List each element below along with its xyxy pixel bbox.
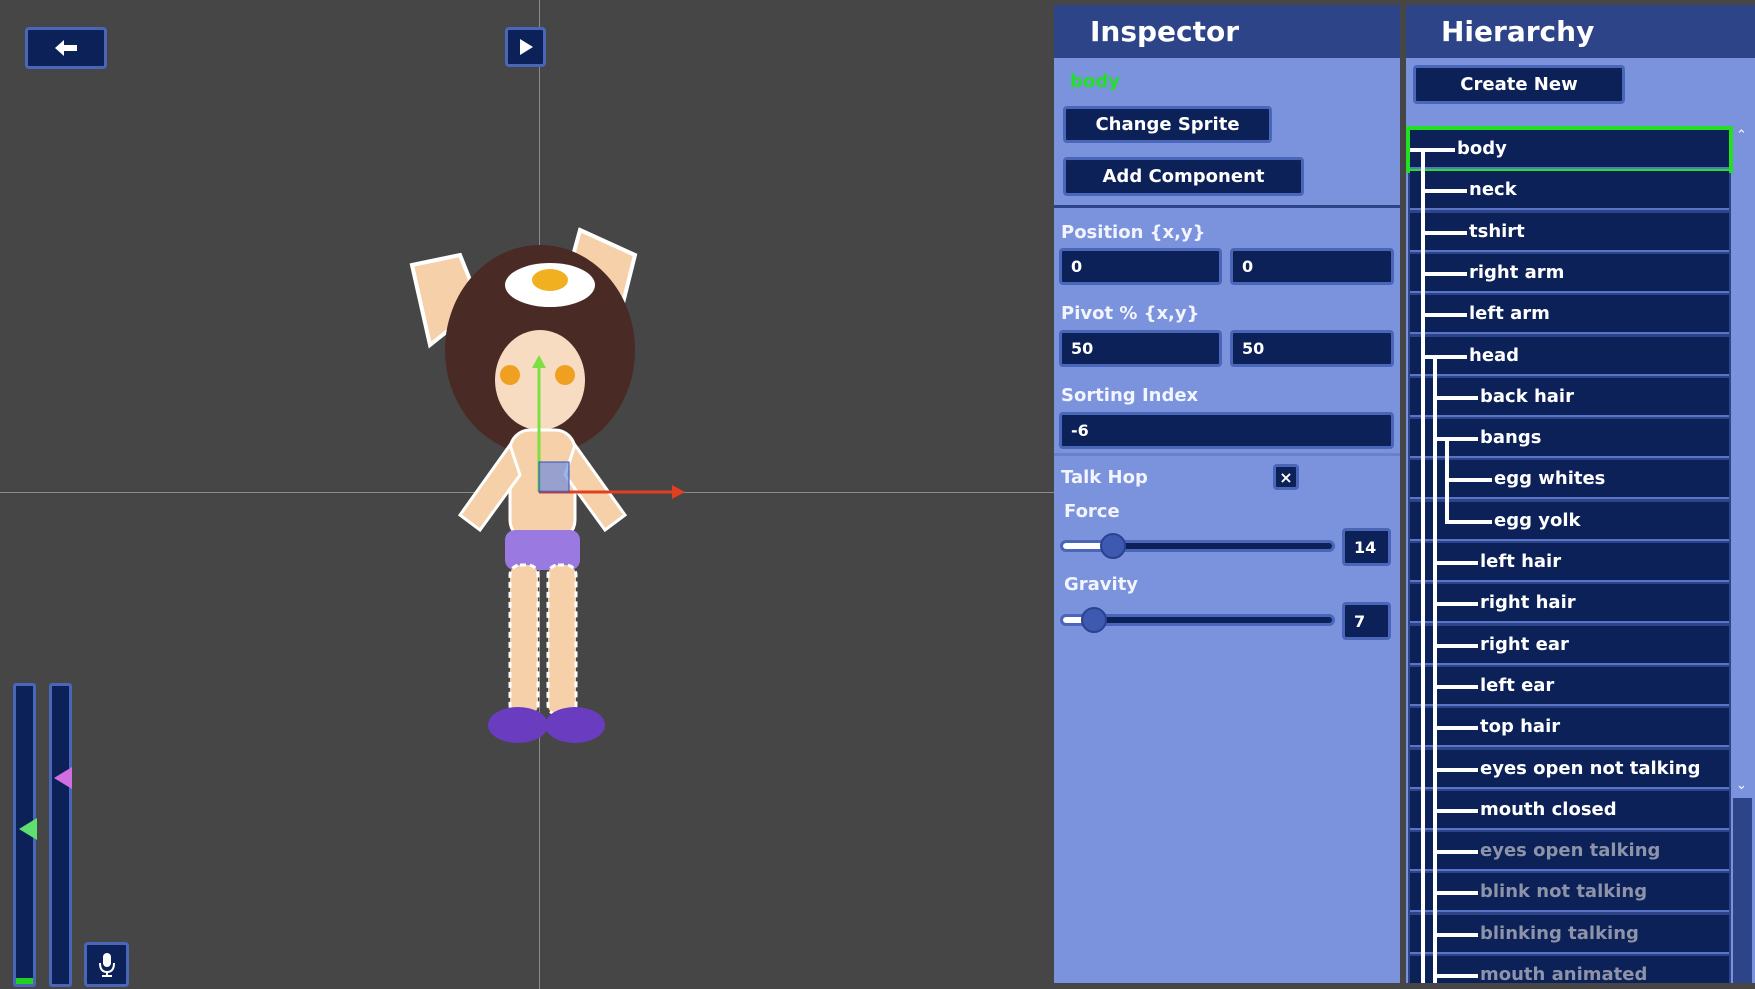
arrow-left-icon xyxy=(53,38,79,58)
change-sprite-button[interactable]: Change Sprite xyxy=(1063,106,1272,143)
inspector-title: Inspector xyxy=(1054,5,1400,58)
force-slider-handle[interactable] xyxy=(1100,533,1126,559)
hierarchy-item-label: egg whites xyxy=(1494,468,1605,489)
sensitivity-meter xyxy=(49,683,72,987)
hierarchy-item-label: head xyxy=(1469,345,1519,366)
talk-hop-label: Talk Hop xyxy=(1061,467,1148,488)
pivot-handle[interactable] xyxy=(539,462,569,492)
hierarchy-item[interactable]: bangs xyxy=(1410,419,1729,458)
position-y-input[interactable]: 0 xyxy=(1230,248,1394,285)
create-new-button[interactable]: Create New xyxy=(1413,65,1625,104)
force-slider[interactable] xyxy=(1060,540,1335,552)
microphone-icon xyxy=(98,952,116,978)
hierarchy-item-label: bangs xyxy=(1480,427,1541,448)
hierarchy-item[interactable]: blinking talking xyxy=(1410,915,1729,954)
selected-object-name: body xyxy=(1070,71,1120,92)
force-label: Force xyxy=(1064,501,1120,522)
hierarchy-item-label: left ear xyxy=(1480,675,1554,696)
hierarchy-item[interactable]: mouth animated xyxy=(1410,956,1729,983)
sorting-index-label: Sorting Index xyxy=(1061,385,1198,406)
hierarchy-item-label: eyes open talking xyxy=(1480,840,1660,861)
hierarchy-item-label: blink not talking xyxy=(1480,881,1647,902)
play-icon xyxy=(518,38,534,56)
gravity-value-input[interactable]: 7 xyxy=(1342,602,1391,640)
hierarchy-item[interactable]: top hair xyxy=(1410,708,1729,747)
sensitivity-handle[interactable] xyxy=(52,766,74,790)
hierarchy-item-label: eyes open not talking xyxy=(1480,758,1700,779)
pivot-x-input[interactable]: 50 xyxy=(1059,330,1222,367)
hierarchy-item[interactable]: back hair xyxy=(1410,378,1729,417)
hierarchy-item-label: left hair xyxy=(1480,551,1561,572)
inspector-panel: Inspector body Change Sprite Add Compone… xyxy=(1054,5,1400,983)
hierarchy-item-label: blinking talking xyxy=(1480,923,1639,944)
divider xyxy=(1054,453,1400,456)
force-value-input[interactable]: 14 xyxy=(1342,528,1391,566)
hierarchy-item[interactable]: mouth closed xyxy=(1410,791,1729,830)
volume-threshold-handle[interactable] xyxy=(17,817,39,841)
microphone-button[interactable] xyxy=(84,942,129,987)
x-arrow-icon xyxy=(672,485,685,499)
hierarchy-item[interactable]: egg yolk xyxy=(1410,502,1729,541)
hierarchy-item-label: right hair xyxy=(1480,592,1576,613)
gravity-slider-handle[interactable] xyxy=(1081,607,1107,633)
scrollbar-thumb[interactable] xyxy=(1733,126,1752,798)
hierarchy-item-label: top hair xyxy=(1480,716,1560,737)
scroll-down-icon[interactable]: ⌄ xyxy=(1736,778,1747,793)
hierarchy-item[interactable]: eyes open not talking xyxy=(1410,750,1729,789)
hierarchy-item[interactable]: neck xyxy=(1410,171,1729,210)
add-component-button[interactable]: Add Component xyxy=(1063,157,1304,196)
sorting-index-input[interactable]: -6 xyxy=(1059,412,1394,449)
hierarchy-item[interactable]: eyes open talking xyxy=(1410,832,1729,871)
hierarchy-item-label: right ear xyxy=(1480,634,1569,655)
hierarchy-item[interactable]: head xyxy=(1410,337,1729,376)
hierarchy-item-label: neck xyxy=(1469,179,1517,200)
gravity-slider[interactable] xyxy=(1060,614,1335,626)
scroll-up-icon[interactable]: ⌃ xyxy=(1736,128,1747,143)
back-button[interactable] xyxy=(25,27,107,69)
play-button[interactable] xyxy=(505,27,546,67)
position-x-input[interactable]: 0 xyxy=(1059,248,1222,285)
hierarchy-item[interactable]: body xyxy=(1410,130,1729,169)
hierarchy-item[interactable]: left hair xyxy=(1410,543,1729,582)
position-label: Position {x,y} xyxy=(1061,222,1205,243)
hierarchy-item[interactable]: right hair xyxy=(1410,584,1729,623)
hierarchy-item[interactable]: egg whites xyxy=(1410,460,1729,499)
volume-fill xyxy=(16,978,33,984)
hierarchy-item-label: body xyxy=(1457,138,1507,159)
hierarchy-item-label: left arm xyxy=(1469,303,1550,324)
hierarchy-title: Hierarchy xyxy=(1406,5,1755,58)
hierarchy-item[interactable]: left ear xyxy=(1410,667,1729,706)
talk-hop-checkbox[interactable]: × xyxy=(1273,464,1299,490)
transform-gizmo[interactable] xyxy=(520,350,690,510)
hierarchy-item[interactable]: right ear xyxy=(1410,626,1729,665)
hierarchy-item-label: mouth closed xyxy=(1480,799,1617,820)
hierarchy-item[interactable]: blink not talking xyxy=(1410,873,1729,912)
hierarchy-item[interactable]: left arm xyxy=(1410,295,1729,334)
divider xyxy=(1054,205,1400,208)
hierarchy-item-label: tshirt xyxy=(1469,221,1525,242)
hierarchy-item[interactable]: right arm xyxy=(1410,254,1729,293)
pivot-y-input[interactable]: 50 xyxy=(1230,330,1394,367)
hierarchy-item[interactable]: tshirt xyxy=(1410,213,1729,252)
hierarchy-item-label: mouth animated xyxy=(1480,964,1647,983)
hierarchy-item-label: egg yolk xyxy=(1494,510,1580,531)
gravity-label: Gravity xyxy=(1064,574,1138,595)
hierarchy-item-label: back hair xyxy=(1480,386,1574,407)
hierarchy-item-label: right arm xyxy=(1469,262,1564,283)
y-arrow-icon xyxy=(532,355,546,368)
hierarchy-scrollbar[interactable]: ⌃ ⌄ xyxy=(1733,126,1752,983)
pivot-label: Pivot % {x,y} xyxy=(1061,303,1199,324)
